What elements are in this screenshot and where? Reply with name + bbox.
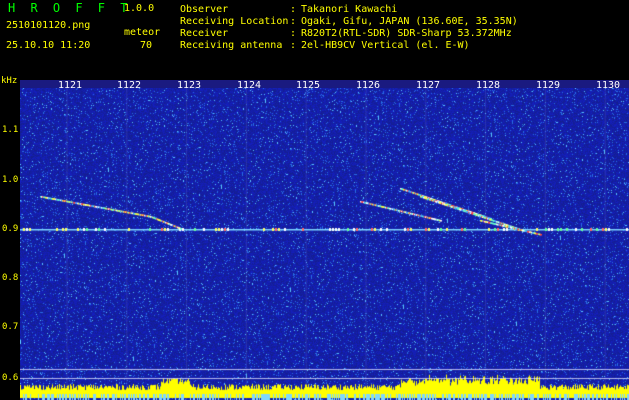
y-axis-panel (0, 72, 20, 400)
receiver-colon: : (290, 28, 297, 39)
app-title: H R O F F T (8, 1, 132, 15)
antenna-value: 2el-HB9CV Vertical (el. E-W) (301, 40, 470, 51)
meteor-count: 70 (140, 40, 153, 51)
observer-label: Observer (180, 4, 229, 15)
y-tick-label: 0.8 (2, 273, 19, 283)
location-colon: : (290, 16, 297, 27)
antenna-label: Receiving antenna (180, 40, 283, 51)
receiver-value: R820T2(RTL-SDR) SDR-Sharp 53.372MHz (301, 28, 512, 39)
observer-colon: : (290, 4, 297, 15)
file-name: 2510101120.png (6, 20, 91, 31)
y-tick-label: 0.9 (2, 224, 19, 234)
meteor-label: meteor (124, 27, 161, 38)
y-tick-label: 1.1 (2, 125, 19, 135)
date-time: 25.10.10 11:20 (6, 40, 91, 51)
antenna-colon: : (290, 40, 297, 51)
app-version: 1.0.0 (124, 3, 155, 14)
location-value: Ogaki, Gifu, JAPAN (136.60E, 35.35N) (301, 16, 518, 27)
observer-value: Takanori Kawachi (301, 4, 398, 15)
y-tick-label: 0.7 (2, 322, 19, 332)
header-panel: H R O F F T 1.0.0 2510101120.png meteor … (0, 0, 629, 72)
receiver-label: Receiver (180, 28, 229, 39)
spectrogram-canvas (20, 88, 629, 400)
y-tick-label: 1.0 (2, 175, 19, 185)
location-label: Receiving Location (180, 16, 289, 27)
y-axis-unit: kHz (1, 76, 18, 86)
y-tick-label: 0.6 (2, 373, 19, 383)
